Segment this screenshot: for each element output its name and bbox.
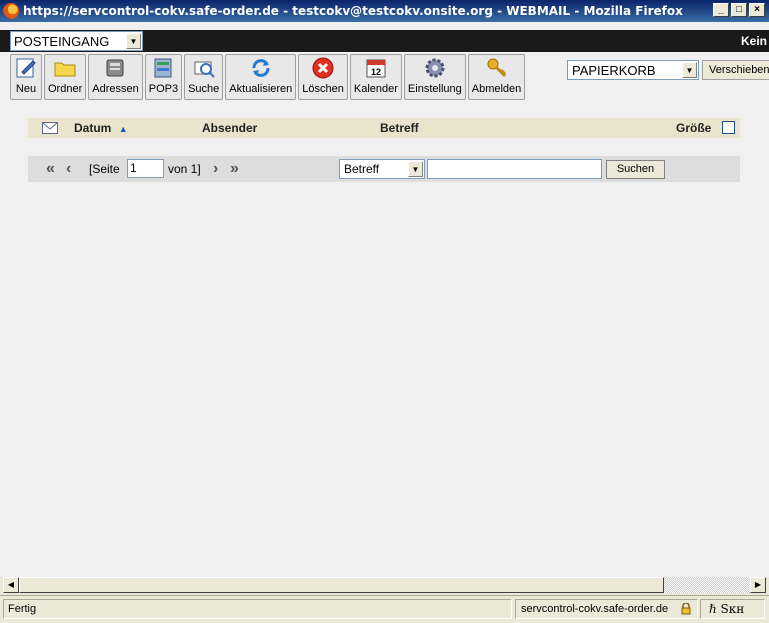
next-page-icon[interactable]: › xyxy=(213,161,218,177)
horizontal-scrollbar[interactable]: ◀ ▶ xyxy=(3,577,766,593)
folder-bar: POSTEINGANG ▼ Kein xyxy=(0,30,769,52)
search-mail-icon xyxy=(192,56,216,80)
search-button-label: Suche xyxy=(188,83,220,95)
chevron-down-icon[interactable]: ▼ xyxy=(408,161,423,177)
search-button[interactable]: Suche xyxy=(184,54,224,100)
search-field-select[interactable]: Betreff ▼ xyxy=(339,159,425,179)
envelope-icon xyxy=(42,122,58,137)
minimize-button[interactable]: _ xyxy=(713,3,729,17)
folder-button-label: Ordner xyxy=(48,83,83,95)
compose-icon xyxy=(14,56,38,80)
delete-button[interactable]: Löschen xyxy=(298,54,348,100)
message-list-header: Datum ▲ Absender Betreff Größe xyxy=(28,118,740,138)
status-extra: ℏ Sкʜ xyxy=(700,599,765,619)
window-controls: _ □ × xyxy=(713,3,765,17)
search-input[interactable] xyxy=(427,159,602,179)
scrollbar-thumb[interactable] xyxy=(19,577,664,593)
calendar-button-label: Kalender xyxy=(353,83,398,95)
scroll-right-icon[interactable]: ▶ xyxy=(750,577,766,593)
target-folder-select[interactable]: PAPIERKORB ▼ xyxy=(567,60,699,80)
target-folder-value: PAPIERKORB xyxy=(572,62,656,78)
delete-icon xyxy=(311,56,335,80)
folder-icon xyxy=(53,56,77,80)
maximize-button[interactable]: □ xyxy=(731,3,747,17)
column-header-datum[interactable]: Datum ▲ xyxy=(74,121,128,135)
first-page-icon[interactable]: « xyxy=(46,161,55,177)
folder-select-value: POSTEINGANG xyxy=(14,33,110,49)
page-content: POSTEINGANG ▼ Kein Neu Ordner Adressen P… xyxy=(0,22,769,577)
folder-select[interactable]: POSTEINGANG ▼ xyxy=(10,31,143,51)
key-icon xyxy=(485,56,509,80)
page-total-label: von 1] xyxy=(168,162,201,176)
pop3-button[interactable]: POP3 xyxy=(144,54,183,100)
new-button-label: Neu xyxy=(15,83,37,95)
new-button[interactable]: Neu xyxy=(10,54,42,100)
folder-button[interactable]: Ordner xyxy=(44,54,87,100)
server-icon xyxy=(151,56,175,80)
refresh-icon xyxy=(249,56,273,80)
addresses-button[interactable]: Adressen xyxy=(88,54,143,100)
main-toolbar: Neu Ordner Adressen POP3 Suche Aktualisi… xyxy=(10,54,526,100)
status-text: Fertig xyxy=(3,599,512,619)
move-button[interactable]: Verschieben xyxy=(702,60,769,80)
column-header-betreff[interactable]: Betreff xyxy=(380,121,419,135)
settings-button-label: Einstellung xyxy=(407,83,462,95)
chevron-down-icon[interactable]: ▼ xyxy=(682,62,697,78)
search-field-value: Betreff xyxy=(344,162,380,176)
chevron-down-icon[interactable]: ▼ xyxy=(126,33,141,49)
logout-button[interactable]: Abmelden xyxy=(467,54,526,100)
address-book-icon xyxy=(103,56,127,80)
scrollbar-track[interactable] xyxy=(664,577,750,593)
scroll-left-icon[interactable]: ◀ xyxy=(3,577,19,593)
window-titlebar: https://servcontrol-cokv.safe-order.de -… xyxy=(0,0,769,22)
refresh-button-label: Aktualisieren xyxy=(229,83,293,95)
column-header-groesse[interactable]: Größe xyxy=(676,121,711,135)
column-header-absender[interactable]: Absender xyxy=(202,121,257,135)
search-submit-button[interactable]: Suchen xyxy=(606,160,665,179)
gear-icon xyxy=(423,56,447,80)
refresh-button[interactable]: Aktualisieren xyxy=(225,54,297,100)
calendar-button[interactable]: 12 Kalender xyxy=(349,54,402,100)
window-title: https://servcontrol-cokv.safe-order.de -… xyxy=(23,4,683,18)
close-button[interactable]: × xyxy=(749,3,765,17)
calendar-icon: 12 xyxy=(364,56,388,80)
status-host: servcontrol-cokv.safe-order.de xyxy=(515,599,698,619)
settings-button[interactable]: Einstellung xyxy=(403,54,466,100)
last-page-icon[interactable]: » xyxy=(230,161,239,177)
prev-page-icon[interactable]: ‹ xyxy=(66,161,71,177)
status-host-text: servcontrol-cokv.safe-order.de xyxy=(521,603,669,615)
page-label: [Seite xyxy=(89,162,120,176)
status-bar: Fertig servcontrol-cokv.safe-order.de ℏ … xyxy=(0,595,769,623)
select-all-checkbox[interactable] xyxy=(722,121,735,134)
sort-ascending-icon: ▲ xyxy=(118,124,128,134)
addresses-button-label: Adressen xyxy=(92,83,139,95)
page-number-input[interactable]: 1 xyxy=(127,159,164,178)
column-header-datum-label: Datum xyxy=(74,121,112,135)
folderbar-right-text: Kein xyxy=(740,34,767,48)
firefox-icon xyxy=(3,3,19,19)
delete-button-label: Löschen xyxy=(302,83,344,95)
logout-button-label: Abmelden xyxy=(471,83,522,95)
pagination-bar: « ‹ [Seite 1 von 1] › » Betreff ▼ Suchen xyxy=(28,156,740,182)
pop3-button-label: POP3 xyxy=(148,83,179,95)
calendar-day: 12 xyxy=(371,67,381,77)
lock-icon[interactable] xyxy=(681,602,691,621)
